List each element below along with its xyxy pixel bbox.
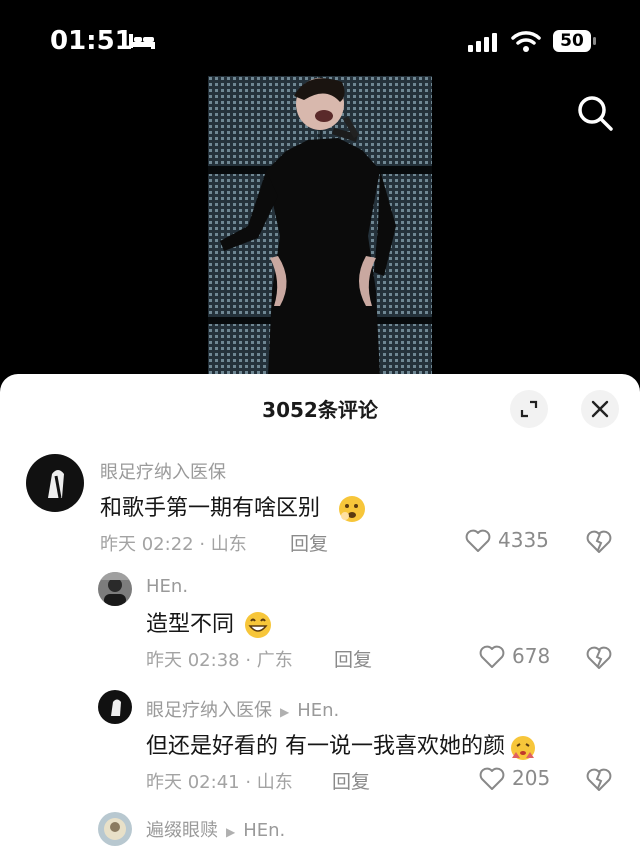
- reply-button[interactable]: 回复: [290, 529, 328, 556]
- reply-arrow-icon: ▶: [226, 825, 236, 839]
- search-icon[interactable]: [574, 92, 616, 134]
- close-icon: [591, 400, 609, 418]
- avatar[interactable]: [98, 572, 132, 606]
- like-button[interactable]: 4335: [464, 526, 564, 556]
- comments-sheet: 3052条评论 眼足疗纳入医保 和歌手第一期有啥区别 昨天 02:22 · 山东…: [0, 374, 640, 854]
- battery-icon: 50: [553, 30, 597, 54]
- heart-icon: [479, 645, 505, 668]
- video-frame: [208, 76, 432, 376]
- thinking-emoji: [339, 496, 366, 522]
- comment-reply-item: HEn. 造型不同 昨天 02:38 · 广东 回复 678: [0, 570, 640, 682]
- video-player[interactable]: [208, 76, 432, 376]
- comment-meta: 昨天 02:38 · 广东: [146, 650, 293, 671]
- comment-reply-item: 遍缀眼赎 ▶ HEn.: [0, 810, 640, 854]
- heart-icon: [465, 529, 491, 552]
- comment-author[interactable]: 眼足疗纳入医保: [146, 700, 272, 721]
- comment-text: 但还是好看的 有一说一我喜欢她的颜: [146, 728, 538, 762]
- dislike-icon[interactable]: [585, 644, 613, 672]
- comment-meta: 昨天 02:41 · 山东: [146, 772, 293, 793]
- status-time: 01:51: [50, 26, 133, 56]
- reply-arrow-icon: ▶: [280, 705, 290, 719]
- comment-text-content: 造型不同: [146, 612, 235, 637]
- bed-icon: [129, 34, 155, 49]
- comment-text: 造型不同: [146, 606, 273, 640]
- like-button[interactable]: 205: [478, 764, 564, 794]
- comment-text-content: 和歌手第一期有啥区别: [100, 496, 321, 521]
- comment-meta: 昨天 02:22 · 山东: [100, 534, 247, 555]
- comment-text-content: 但还是好看的 有一说一我喜欢她的颜: [146, 734, 505, 759]
- reply-target[interactable]: HEn.: [243, 820, 285, 841]
- expand-button[interactable]: [510, 390, 548, 428]
- avatar[interactable]: [98, 812, 132, 846]
- avatar[interactable]: [98, 690, 132, 724]
- wifi-icon: [511, 31, 541, 52]
- comment-username[interactable]: 眼足疗纳入医保: [100, 458, 226, 484]
- reply-target[interactable]: HEn.: [297, 700, 339, 721]
- comment-username: 眼足疗纳入医保 ▶ HEn.: [146, 696, 339, 722]
- reply-button[interactable]: 回复: [334, 645, 372, 672]
- like-count: 4335: [498, 528, 549, 552]
- battery-level: 50: [553, 30, 591, 52]
- like-count: 678: [512, 644, 551, 668]
- avatar[interactable]: [26, 454, 84, 512]
- comment-username: 遍缀眼赎 ▶ HEn.: [146, 816, 285, 842]
- grin-emoji: [245, 612, 272, 638]
- comment-reply-item: 眼足疗纳入医保 ▶ HEn. 但还是好看的 有一说一我喜欢她的颜 昨天 02:41 …: [0, 688, 640, 804]
- comment-item: 眼足疗纳入医保 和歌手第一期有啥区别 昨天 02:22 · 山东 回复 4335: [0, 452, 640, 562]
- comment-author[interactable]: 遍缀眼赎: [146, 820, 218, 841]
- shy-emoji: [511, 736, 535, 760]
- comment-username[interactable]: HEn.: [146, 576, 188, 597]
- signal-icon: [468, 33, 497, 52]
- dislike-icon[interactable]: [585, 528, 613, 556]
- reply-button[interactable]: 回复: [332, 767, 370, 794]
- status-bar: 01:51 50: [0, 0, 640, 70]
- heart-icon: [479, 767, 505, 790]
- dislike-icon[interactable]: [585, 766, 613, 794]
- close-button[interactable]: [581, 390, 619, 428]
- expand-icon: [520, 400, 538, 418]
- like-button[interactable]: 678: [478, 642, 564, 672]
- like-count: 205: [512, 766, 551, 790]
- comment-text: 和歌手第一期有啥区别: [100, 490, 367, 524]
